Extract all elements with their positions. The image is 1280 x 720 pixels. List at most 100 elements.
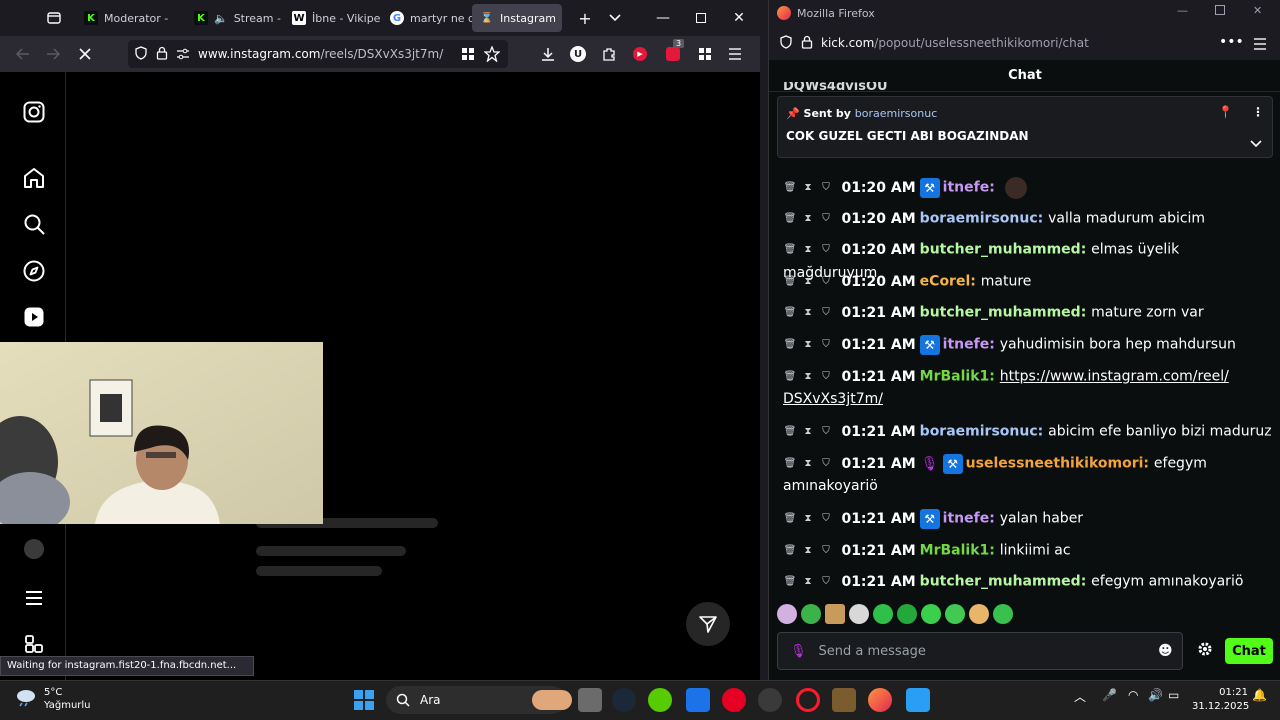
pinterest-icon[interactable] <box>722 688 746 712</box>
ban-shield-icon[interactable]: ⛉ <box>819 301 833 324</box>
tab-google[interactable]: G martyr ne de <box>382 4 472 32</box>
timeout-icon[interactable]: ⧗ <box>801 507 815 530</box>
lock-icon[interactable] <box>801 34 813 53</box>
timeout-icon[interactable]: ⧗ <box>801 570 815 593</box>
ban-shield-icon[interactable]: ⛉ <box>819 176 833 199</box>
bookmark-star-icon[interactable] <box>478 46 506 62</box>
pinned-sender-username[interactable]: boraemirsonuc <box>855 107 938 120</box>
permissions-icon[interactable] <box>176 45 190 64</box>
emote-button[interactable] <box>969 604 989 624</box>
battery-icon[interactable]: ▭ <box>1168 688 1179 702</box>
timeout-icon[interactable]: ⧗ <box>801 452 815 475</box>
shield-icon[interactable] <box>134 45 148 64</box>
delete-icon[interactable]: 🗑 <box>783 452 797 475</box>
emote-button[interactable] <box>945 604 965 624</box>
search-icon[interactable] <box>22 212 46 236</box>
more-dots-icon[interactable]: ••• <box>1219 34 1244 50</box>
chat-message[interactable]: 🗑 ⧗ ⛉ 01:21 AM MrBalik1: https://www.instag… <box>783 365 1273 389</box>
reels-icon[interactable] <box>22 305 46 329</box>
more-vertical-icon[interactable]: ⋮ <box>1252 105 1264 119</box>
timeout-icon[interactable]: ⧗ <box>801 301 815 324</box>
task-view-icon[interactable] <box>578 688 602 712</box>
extension-badge-icon[interactable]: 3 <box>656 39 690 61</box>
back-icon[interactable] <box>8 39 38 69</box>
emote-button[interactable] <box>921 604 941 624</box>
minimize-icon[interactable]: — <box>644 0 682 36</box>
weather-widget[interactable]: 5°C Yağmurlu <box>14 686 91 712</box>
chat-message[interactable]: 🗑 ⧗ ⛉ 01:20 AM boraemirsonuc: valla madurum… <box>783 207 1273 231</box>
message-username[interactable]: MrBalik1 <box>920 543 990 559</box>
ban-shield-icon[interactable]: ⛉ <box>819 207 833 230</box>
delete-icon[interactable]: 🗑 <box>783 365 797 388</box>
chat-message[interactable]: 🗑 ⧗ ⛉ 01:21 AM boraemirsonuc: abicim efe ba… <box>783 420 1273 444</box>
opera-icon[interactable] <box>796 688 820 712</box>
chat-message[interactable]: 🗑 ⧗ ⛉ 01:21 AM butcher_muhammed: efegym amı… <box>783 570 1273 594</box>
message-link-continuation[interactable]: DSXvXs3jt7m/ <box>783 391 883 407</box>
hamburger-menu-icon[interactable] <box>720 48 750 60</box>
stop-loading-icon[interactable] <box>70 39 100 69</box>
chat-settings-gear-icon[interactable] <box>1197 641 1217 661</box>
message-link[interactable]: https://www.instagram.com/reel/ <box>1000 369 1229 385</box>
maximize-icon[interactable] <box>1215 5 1225 18</box>
shield-icon[interactable] <box>779 34 793 53</box>
chat-message[interactable]: 🗑 ⧗ ⛉ 01:21 AM butcher_muhammed: mature zor… <box>783 301 1273 325</box>
tab-moderator[interactable]: K Moderator - <box>76 4 186 32</box>
explore-compass-icon[interactable] <box>22 259 46 283</box>
timeout-icon[interactable]: ⧗ <box>801 420 815 443</box>
message-username[interactable]: boraemirsonuc <box>920 211 1038 227</box>
delete-icon[interactable]: 🗑 <box>783 270 797 293</box>
emote-button[interactable] <box>801 604 821 624</box>
message-username[interactable]: MrBalik1 <box>920 369 990 385</box>
pinned-message[interactable]: 📌 Sent by boraemirsonuc COK GUZEL GECTI … <box>777 96 1273 158</box>
chevron-down-icon[interactable] <box>600 3 630 33</box>
timeout-icon[interactable]: ⧗ <box>801 333 815 356</box>
close-window-icon[interactable]: ✕ <box>720 0 758 36</box>
message-username[interactable]: boraemirsonuc <box>920 424 1038 440</box>
ban-shield-icon[interactable]: ⛉ <box>819 539 833 562</box>
ban-shield-icon[interactable]: ⛉ <box>819 452 833 475</box>
emote-button[interactable] <box>897 604 917 624</box>
volume-icon[interactable]: 🔊 <box>1148 688 1163 702</box>
notepad-icon[interactable] <box>906 688 930 712</box>
lock-icon[interactable] <box>156 45 168 64</box>
tray-chevron-up-icon[interactable]: ︿ <box>1074 688 1086 705</box>
message-username[interactable]: uselessneethikikomori <box>966 456 1144 472</box>
emote-button[interactable] <box>993 604 1013 624</box>
chat-message[interactable]: 🗑 ⧗ ⛉ 01:21 AM 🎙 ⚒ uselessneethikikomori: efe… <box>783 452 1273 476</box>
hamburger-menu-icon[interactable] <box>1253 35 1267 54</box>
extensions-puzzle-icon[interactable] <box>594 47 624 61</box>
ban-shield-icon[interactable]: ⛉ <box>819 238 833 261</box>
ban-shield-icon[interactable]: ⛉ <box>819 507 833 530</box>
windows-start-icon[interactable] <box>352 688 376 712</box>
timeout-icon[interactable]: ⧗ <box>801 270 815 293</box>
delete-icon[interactable]: 🗑 <box>783 333 797 356</box>
delete-icon[interactable]: 🗑 <box>783 176 797 199</box>
minecraft-icon[interactable] <box>832 688 856 712</box>
ban-shield-icon[interactable]: ⛉ <box>819 570 833 593</box>
microphone-icon[interactable]: 🎤 <box>1102 688 1117 702</box>
download-icon[interactable] <box>534 47 562 61</box>
forward-icon[interactable] <box>38 39 68 69</box>
emote-button[interactable] <box>849 604 869 624</box>
ban-shield-icon[interactable]: ⛉ <box>819 270 833 293</box>
emote-button[interactable] <box>825 604 845 624</box>
message-input-box[interactable]: 🎙 ☻ <box>777 632 1183 670</box>
ban-shield-icon[interactable]: ⛉ <box>819 420 833 443</box>
timeout-icon[interactable]: ⧗ <box>801 539 815 562</box>
chat-message[interactable]: 🗑 ⧗ ⛉ 01:21 AM ⚒ itnefe: yalan haber <box>783 507 1273 531</box>
emoji-picker-icon[interactable]: ☻ <box>1158 643 1173 659</box>
delete-icon[interactable]: 🗑 <box>783 301 797 324</box>
profile-avatar[interactable] <box>24 539 44 559</box>
firefox-view-icon[interactable] <box>36 0 72 36</box>
also-from-meta-icon[interactable] <box>22 632 46 656</box>
firefox-taskbar-icon[interactable] <box>868 688 892 712</box>
youtube-extension-icon[interactable]: ▶ <box>624 47 656 61</box>
delete-icon[interactable]: 🗑 <box>783 539 797 562</box>
send-message-input[interactable] <box>818 643 1139 659</box>
emote-button[interactable] <box>777 604 797 624</box>
delete-icon[interactable]: 🗑 <box>783 420 797 443</box>
qr-code-icon[interactable] <box>458 47 478 61</box>
chevron-down-icon[interactable] <box>1250 133 1262 152</box>
github-icon[interactable] <box>758 688 782 712</box>
timeout-icon[interactable]: ⧗ <box>801 365 815 388</box>
